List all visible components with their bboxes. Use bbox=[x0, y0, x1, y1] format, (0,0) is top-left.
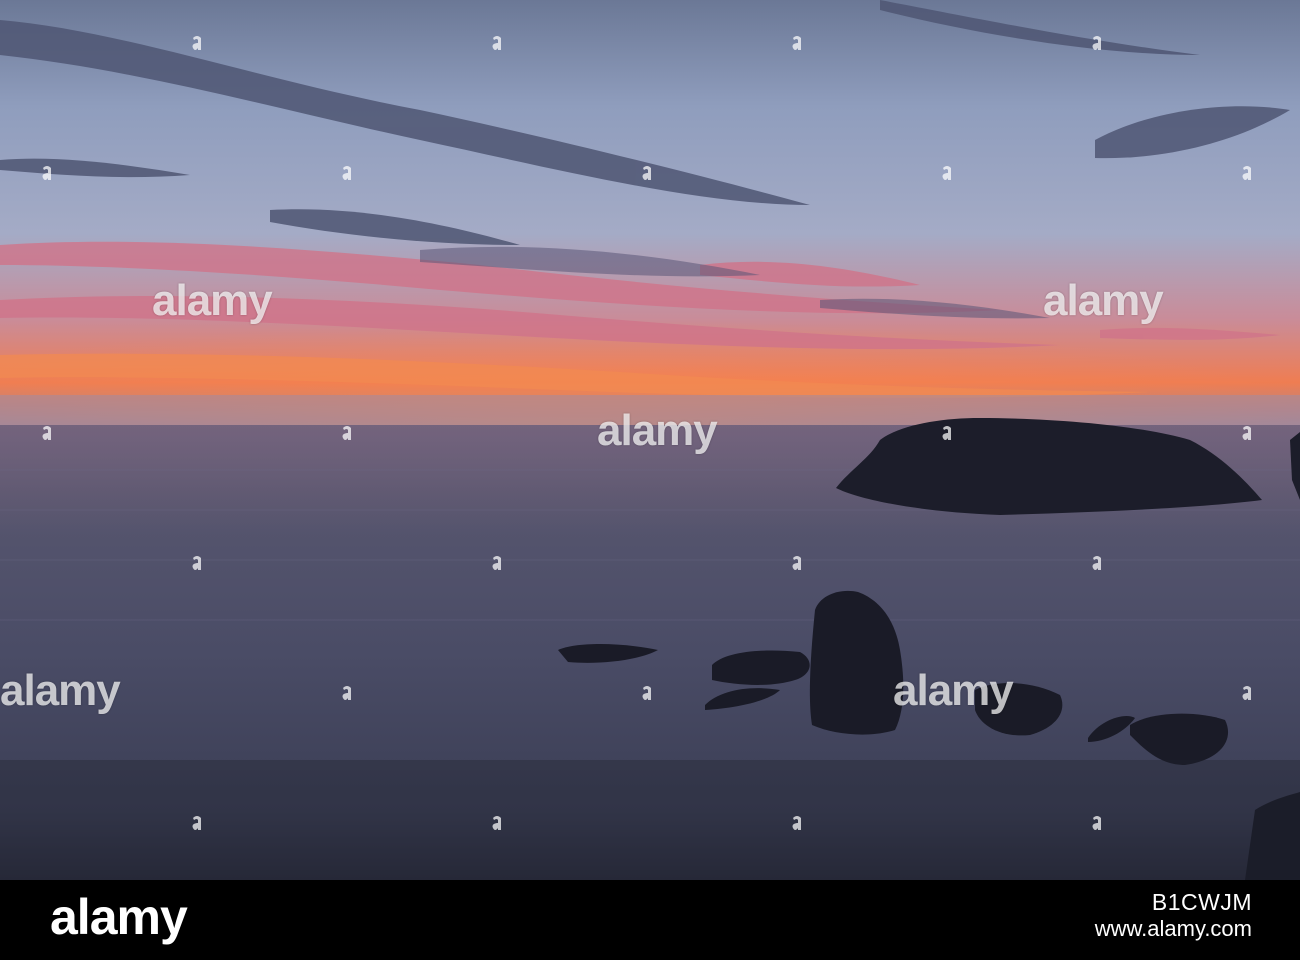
watermark-mark-icon bbox=[642, 160, 652, 182]
watermark-mark-icon bbox=[192, 810, 202, 832]
image-id: B1CWJM bbox=[1151, 889, 1252, 915]
watermark-mark-icon bbox=[492, 30, 502, 52]
watermark-mark-icon bbox=[792, 810, 802, 832]
watermark-mark-icon bbox=[192, 30, 202, 52]
footer-url: www.alamy.com bbox=[1094, 916, 1252, 942]
footer-bar: alamy B1CWJM www.alamy.com bbox=[0, 880, 1300, 960]
watermark-text: alamy bbox=[152, 276, 273, 325]
watermark-text: alamy bbox=[0, 666, 121, 715]
watermark-text: alamy bbox=[893, 666, 1014, 715]
watermark-mark-icon bbox=[1242, 680, 1252, 702]
watermark-mark-icon bbox=[792, 550, 802, 572]
watermark-text: alamy bbox=[597, 406, 718, 455]
sunset-seascape-photo: alamy alamy alamy alamy alamy bbox=[0, 0, 1300, 880]
watermark-mark-icon bbox=[342, 160, 352, 182]
watermark-mark-icon bbox=[342, 420, 352, 442]
watermark-mark-icon bbox=[642, 680, 652, 702]
watermark-mark-icon bbox=[342, 680, 352, 702]
watermark-mark-icon bbox=[1092, 810, 1102, 832]
watermark-mark-icon bbox=[492, 810, 502, 832]
photo-viewer: alamy alamy alamy alamy alamy alamy B1CW… bbox=[0, 0, 1300, 960]
watermark-mark-icon bbox=[1242, 420, 1252, 442]
footer-info: B1CWJM www.alamy.com bbox=[1094, 889, 1252, 944]
watermark-mark-icon bbox=[492, 550, 502, 572]
watermark-mark-icon bbox=[792, 30, 802, 52]
watermark-mark-icon bbox=[942, 420, 952, 442]
watermark-mark-icon bbox=[1242, 160, 1252, 182]
watermark-mark-icon bbox=[42, 160, 52, 182]
watermark-mark-icon bbox=[42, 420, 52, 442]
watermark-mark-icon bbox=[1092, 30, 1102, 52]
watermark-mark-icon bbox=[1092, 550, 1102, 572]
watermark-text: alamy bbox=[1043, 276, 1164, 325]
footer-logo: alamy bbox=[50, 889, 188, 945]
watermark-mark-icon bbox=[942, 160, 952, 182]
watermark-mark-icon bbox=[192, 550, 202, 572]
